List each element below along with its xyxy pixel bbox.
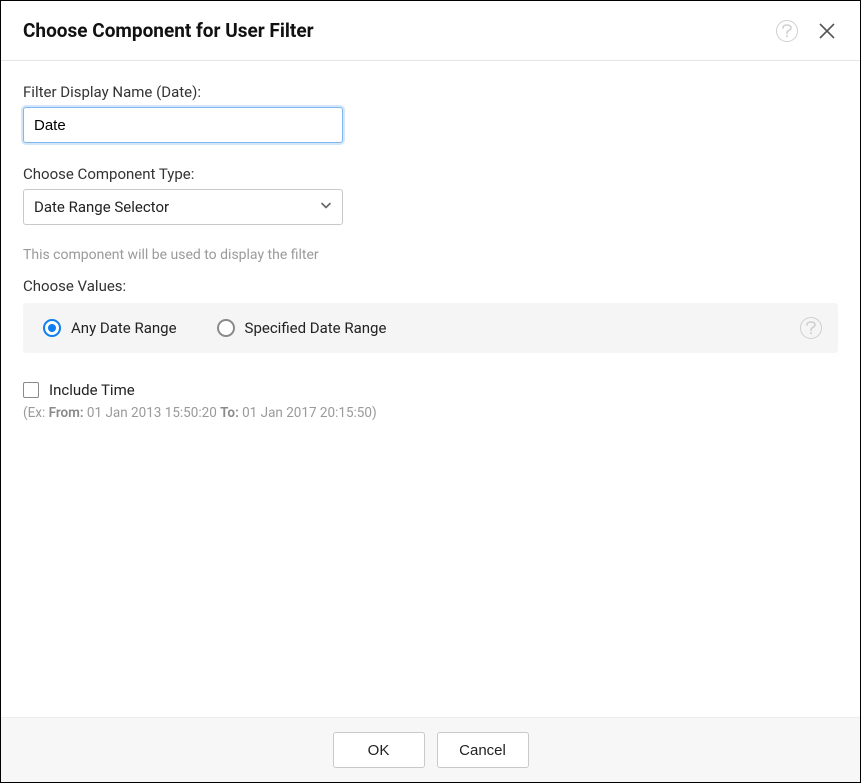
component-type-field: Choose Component Type: Date Range Select… xyxy=(23,165,838,225)
values-help-icon[interactable] xyxy=(800,317,822,339)
helper-text: This component will be used to display t… xyxy=(23,247,838,263)
example-from-value: 01 Jan 2013 15:50:20 xyxy=(84,405,221,421)
radio-indicator-selected xyxy=(43,319,61,337)
include-time-example: (Ex: From: 01 Jan 2013 15:50:20 To: 01 J… xyxy=(23,405,838,421)
ok-button[interactable]: OK xyxy=(333,732,425,768)
dialog-title: Choose Component for User Filter xyxy=(23,19,314,42)
cancel-button[interactable]: Cancel xyxy=(437,732,529,768)
example-from-label: From: xyxy=(49,405,84,421)
filter-name-label: Filter Display Name (Date): xyxy=(23,83,838,101)
radio-any-date-range-label: Any Date Range xyxy=(71,319,177,337)
radio-specified-date-range-label: Specified Date Range xyxy=(245,319,387,337)
component-type-select[interactable]: Date Range Selector xyxy=(23,189,343,225)
example-prefix: (Ex: xyxy=(23,405,49,421)
include-time-checkbox[interactable]: Include Time xyxy=(23,381,838,399)
close-icon[interactable] xyxy=(816,20,838,42)
component-type-selected: Date Range Selector xyxy=(23,189,343,225)
dialog-footer: OK Cancel xyxy=(1,717,860,782)
radio-any-date-range[interactable]: Any Date Range xyxy=(43,319,177,337)
radio-indicator xyxy=(217,319,235,337)
radio-specified-date-range[interactable]: Specified Date Range xyxy=(217,319,387,337)
filter-name-field: Filter Display Name (Date): xyxy=(23,83,838,143)
values-radio-group: Any Date Range Specified Date Range xyxy=(23,303,838,353)
example-to-value: 01 Jan 2017 20:15:50) xyxy=(239,405,377,421)
include-time-label: Include Time xyxy=(49,381,135,399)
checkbox-indicator xyxy=(23,382,39,398)
example-to-label: To: xyxy=(220,405,239,421)
component-type-label: Choose Component Type: xyxy=(23,165,838,183)
help-icon[interactable] xyxy=(776,20,798,42)
choose-values-label: Choose Values: xyxy=(23,277,838,295)
header-icons xyxy=(776,20,838,42)
dialog-header: Choose Component for User Filter xyxy=(1,1,860,61)
dialog-body: Filter Display Name (Date): Choose Compo… xyxy=(1,61,860,717)
filter-name-input[interactable] xyxy=(23,107,343,143)
